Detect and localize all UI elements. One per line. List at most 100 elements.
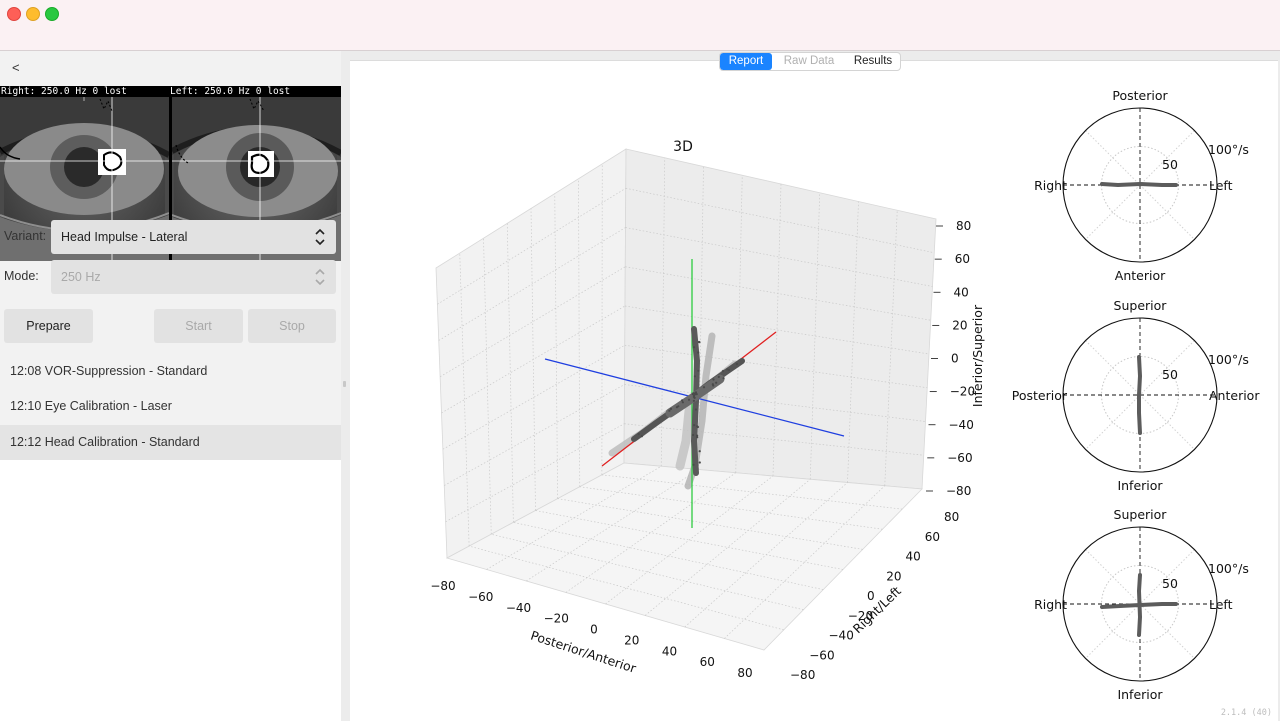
3d-plot: −80−60−40−20020406080 −80−60−40−200204060… [430, 139, 985, 682]
scatter-point [712, 384, 715, 387]
variant-row: Variant: Head Impulse - Lateral [0, 220, 341, 254]
stop-button[interactable]: Stop [248, 309, 336, 343]
scatter-point [687, 398, 691, 401]
scatter-point [726, 368, 729, 371]
scatter-point [693, 396, 696, 399]
left-camera-label: Left: 250.0 Hz 0 lost [170, 86, 291, 97]
title-bar [0, 0, 1280, 51]
scatter-point [715, 381, 718, 384]
updown-chevron-icon [315, 268, 325, 286]
mode-select[interactable]: 250 Hz [51, 260, 336, 294]
history-item[interactable]: 12:08 VOR-Suppression - Standard [0, 354, 341, 389]
scatter-point [697, 369, 700, 372]
scatter-point [692, 433, 695, 437]
scatter-point [675, 406, 678, 409]
z-tick-label: 60 [955, 252, 970, 266]
scatter-point [694, 393, 697, 396]
start-button[interactable]: Start [154, 309, 243, 343]
version-label: 2.1.4 (40) [1220, 708, 1272, 718]
scatter-point [692, 346, 696, 349]
scatter-point [691, 393, 694, 396]
right-back-pane [623, 148, 937, 490]
3d-title: 3D [673, 139, 693, 155]
x-tick-label: −60 [468, 590, 493, 604]
history-item-label: 12:12 Head Calibration - Standard [10, 435, 200, 449]
y-tick-label: 40 [906, 550, 921, 564]
report-tabs: Report Raw Data Results [719, 52, 901, 71]
close-window-button[interactable] [7, 7, 21, 21]
scatter-point [640, 435, 643, 438]
x-tick-label: 0 [590, 623, 598, 637]
z-tick-label: 20 [952, 318, 967, 332]
scatter-point [696, 434, 699, 437]
scatter-point [681, 401, 684, 404]
y-tick-label: −40 [829, 629, 854, 643]
splitter-grip[interactable] [343, 381, 346, 387]
scatter-point [637, 433, 640, 436]
scatter-point [717, 375, 720, 378]
scatter-point [698, 461, 701, 464]
polar-plot: Superior Inferior Right Left 50 100°/s [1034, 507, 1249, 702]
scatter-point [698, 450, 701, 453]
y-tick-label: −80 [790, 668, 815, 682]
polar-top-label: Superior [1114, 298, 1168, 313]
polar-right-label: Anterior [1209, 388, 1260, 403]
polar-plot: Posterior Anterior Right Left 50 100°/s [1034, 88, 1249, 283]
history-list-empty-area [0, 460, 341, 721]
zoom-window-button[interactable] [45, 7, 59, 21]
left-panel: < Right: 250.0 Hz 0 lost Left: 250.0 Hz … [0, 51, 341, 721]
3d-x-axis-label: Posterior/Anterior [529, 628, 639, 676]
polar-ring-inner-label: 50 [1162, 157, 1178, 172]
tab-results[interactable]: Results [846, 53, 900, 70]
variant-select[interactable]: Head Impulse - Lateral [51, 220, 336, 254]
report-plots: −80−60−40−20020406080 −80−60−40−200204060… [430, 88, 1261, 702]
minimize-window-button[interactable] [26, 7, 40, 21]
z-tick-label: 0 [951, 352, 959, 366]
x-tick-label: 20 [624, 633, 639, 647]
polar-bottom-label: Inferior [1117, 687, 1163, 702]
tab-report[interactable]: Report [720, 53, 772, 70]
polar-top-label: Superior [1114, 507, 1168, 522]
3d-z-axis-label: Inferior/Superior [970, 304, 985, 407]
history-item-label: 12:08 VOR-Suppression - Standard [10, 364, 208, 378]
polar-plots: PosteriorAnteriorRight Left50100°/sSuperi… [1012, 88, 1261, 702]
scatter-point [721, 370, 725, 373]
polar-ring-outer-label: 100°/s [1208, 352, 1249, 367]
scatter-point [696, 425, 699, 429]
variant-label: Variant: [4, 229, 47, 243]
polar-ring-outer-label: 100°/s [1208, 561, 1249, 576]
polar-left-label: Right [1034, 178, 1067, 193]
scatter-point [693, 424, 696, 427]
button-row: Prepare Start Stop [0, 309, 341, 343]
scatter-point [698, 341, 701, 344]
scatter-point [692, 463, 695, 466]
scatter-point [694, 408, 697, 411]
panel-splitter[interactable] [341, 51, 348, 721]
scatter-point [702, 386, 706, 389]
tab-raw-data[interactable]: Raw Data [772, 53, 846, 70]
polar-left-label: Right [1034, 597, 1067, 612]
x-tick-label: 80 [737, 666, 752, 680]
history-item-selected[interactable]: 12:12 Head Calibration - Standard [0, 425, 341, 460]
x-tick-label: 40 [662, 644, 677, 658]
back-button[interactable]: < [12, 60, 20, 75]
prepare-button[interactable]: Prepare [4, 309, 93, 343]
z-tick-label: −80 [946, 484, 971, 498]
y-tick-label: 80 [944, 510, 959, 524]
report-panel: −80 −60 −40 −20 0 20 40 60 80 −80 −60 −40 −20 0 20 40 60… [348, 51, 1280, 721]
right-camera-label: Right: 250.0 Hz 0 lost [1, 86, 127, 97]
scatter-point [735, 362, 738, 366]
polar-ring-inner-label: 50 [1162, 367, 1178, 382]
mode-label: Mode: [4, 269, 39, 283]
history-item[interactable]: 12:10 Eye Calibration - Laser [0, 389, 341, 424]
x-tick-label: −20 [544, 612, 569, 626]
history-item-label: 12:10 Eye Calibration - Laser [10, 399, 172, 413]
y-tick-label: −60 [809, 648, 834, 662]
mode-row: Mode: 250 Hz [0, 260, 341, 294]
report-content: −80 −60 −40 −20 0 20 40 60 80 −80 −60 −40 −20 0 20 40 60… [350, 60, 1278, 721]
variant-value: Head Impulse - Lateral [61, 230, 188, 244]
z-tick-label: 40 [954, 285, 969, 299]
y-tick-label: 60 [925, 530, 940, 544]
scatter-point [722, 377, 725, 380]
polar-ring-outer-label: 100°/s [1208, 142, 1249, 157]
